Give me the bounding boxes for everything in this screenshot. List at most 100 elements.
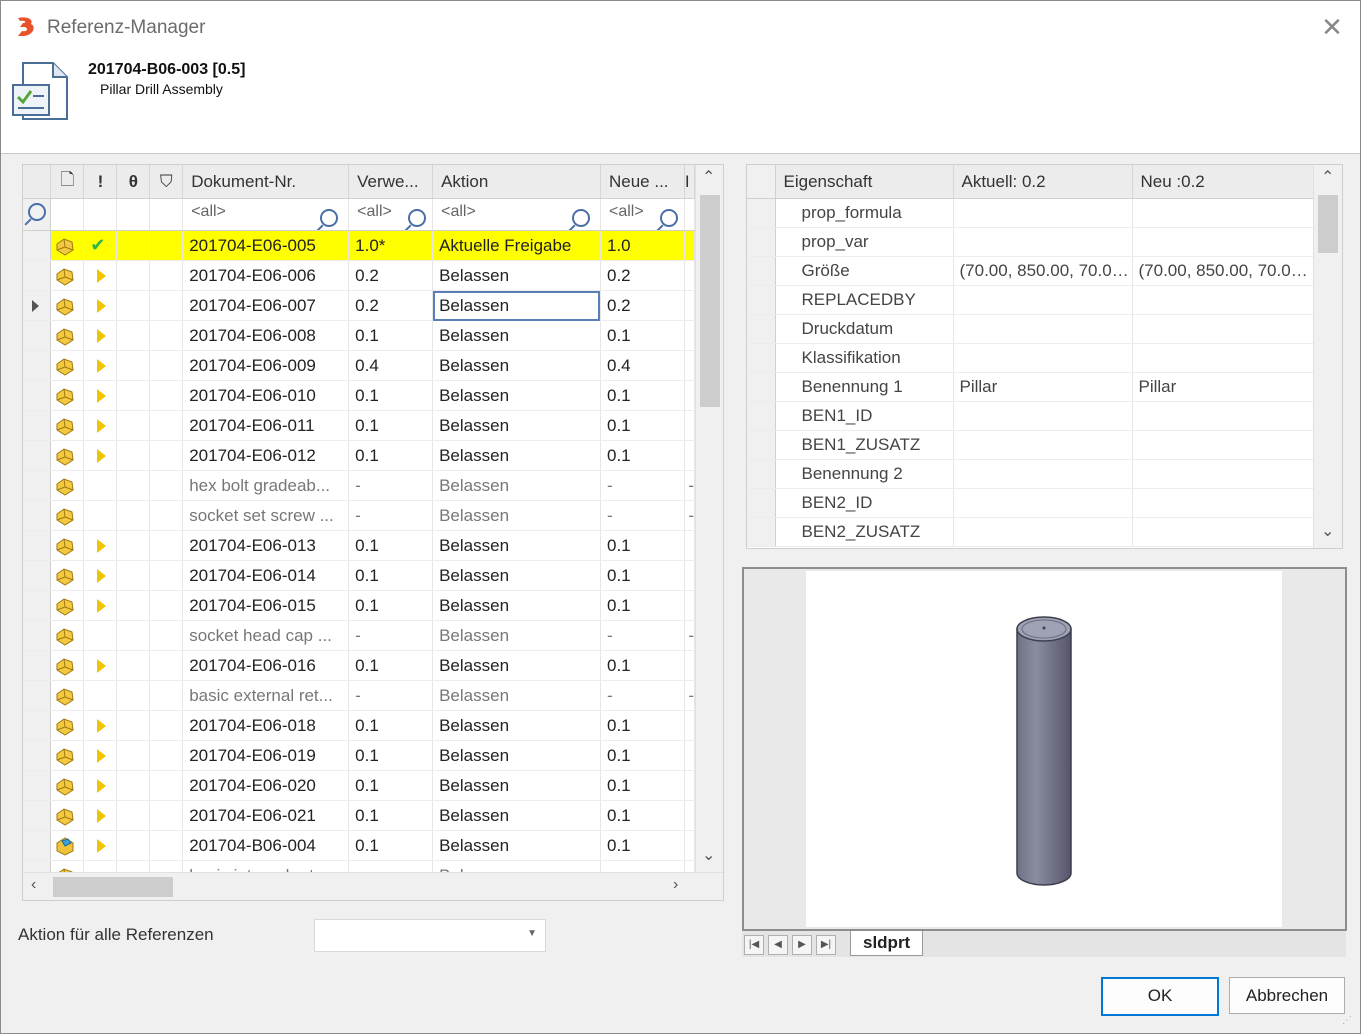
table-row[interactable]: 201704-E06-008 0.1 Belassen 0.1: [23, 320, 695, 351]
row-selector[interactable]: [23, 830, 52, 861]
doc-nr-cell[interactable]: 201704-E06-015: [182, 590, 350, 621]
version-cell[interactable]: -: [348, 680, 434, 711]
doc-nr-cell[interactable]: 201704-E06-013: [182, 530, 350, 561]
action-cell[interactable]: Belassen: [432, 350, 601, 381]
column-current[interactable]: Aktuell: 0.2: [953, 165, 1133, 199]
search-icon[interactable]: [659, 208, 678, 227]
action-cell[interactable]: Belassen: [432, 710, 601, 741]
version-cell[interactable]: 0.2: [348, 290, 434, 321]
table-row[interactable]: 201704-E06-015 0.1 Belassen 0.1: [23, 590, 695, 621]
new-version-cell[interactable]: -: [600, 620, 685, 651]
doc-nr-cell[interactable]: 201704-E06-005: [182, 230, 350, 261]
new-version-cell[interactable]: 0.4: [600, 350, 685, 381]
first-icon[interactable]: |◀: [744, 935, 764, 955]
row-selector[interactable]: [747, 401, 776, 431]
new-version-cell[interactable]: 0.1: [600, 830, 685, 861]
version-cell[interactable]: 0.1: [348, 560, 434, 591]
new-version-cell[interactable]: 0.1: [600, 410, 685, 441]
scroll-up-icon[interactable]: ⌃: [1321, 167, 1334, 187]
column-doc-nr[interactable]: Dokument-Nr.: [182, 165, 350, 199]
model-preview[interactable]: [742, 567, 1347, 931]
table-row[interactable]: 201704-E06-021 0.1 Belassen 0.1: [23, 800, 695, 831]
row-selector[interactable]: [23, 260, 52, 291]
property-row[interactable]: Benennung 2: [747, 459, 1315, 489]
chevron-down-icon[interactable]: ▼: [527, 928, 537, 939]
row-selector[interactable]: [23, 680, 52, 711]
version-cell[interactable]: 0.1: [348, 590, 434, 621]
row-selector[interactable]: [23, 470, 52, 501]
doc-nr-cell[interactable]: basic internal reta...: [182, 860, 350, 872]
row-selector[interactable]: [747, 459, 776, 489]
property-row[interactable]: BEN2_ID: [747, 488, 1315, 518]
version-cell[interactable]: 0.1: [348, 830, 434, 861]
table-row[interactable]: basic internal reta...-Belassen--: [23, 860, 695, 872]
version-cell[interactable]: 0.1: [348, 740, 434, 771]
doc-nr-cell[interactable]: 201704-E06-018: [182, 710, 350, 741]
close-button[interactable]: ✕: [1318, 13, 1346, 41]
filter-search-cell[interactable]: [23, 198, 52, 231]
action-cell[interactable]: Belassen: [432, 650, 601, 681]
row-selector[interactable]: [747, 227, 776, 257]
column-doc-icon[interactable]: 🗋: [50, 165, 85, 199]
action-cell[interactable]: Belassen: [432, 860, 601, 872]
version-cell[interactable]: 0.4: [348, 350, 434, 381]
table-row[interactable]: hex bolt gradeab... - Belassen - -: [23, 470, 695, 501]
scroll-right-icon[interactable]: ›: [673, 876, 678, 894]
column-extra[interactable]: I: [684, 165, 695, 199]
column-version[interactable]: Verwe...: [348, 165, 434, 199]
table-row[interactable]: 201704-E06-007 0.2 Belassen 0.2: [23, 290, 695, 321]
property-row[interactable]: Größe (70.00, 850.00, 70.00... (70.00, 850…: [747, 256, 1315, 286]
prev-icon[interactable]: ◀: [768, 935, 788, 955]
row-selector[interactable]: [747, 198, 776, 228]
doc-nr-cell[interactable]: 201704-E06-007: [182, 290, 350, 321]
row-selector[interactable]: [23, 710, 52, 741]
doc-nr-cell[interactable]: basic external ret...: [182, 680, 350, 711]
action-cell[interactable]: Belassen: [432, 530, 601, 561]
filter-action[interactable]: <all>: [432, 198, 601, 231]
version-cell[interactable]: -: [348, 860, 434, 872]
doc-nr-cell[interactable]: 201704-E06-010: [182, 380, 350, 411]
table-row[interactable]: socket head cap ... - Belassen - -: [23, 620, 695, 651]
action-cell[interactable]: Belassen: [432, 320, 601, 351]
row-selector[interactable]: [23, 530, 52, 561]
property-row[interactable]: Druckdatum: [747, 314, 1315, 344]
doc-nr-cell[interactable]: 201704-E06-016: [182, 650, 350, 681]
row-selector[interactable]: [23, 650, 52, 681]
row-selector[interactable]: [23, 320, 52, 351]
new-version-cell[interactable]: -: [600, 470, 685, 501]
search-icon[interactable]: [408, 208, 427, 227]
row-selector[interactable]: [23, 620, 52, 651]
table-row[interactable]: basic external ret... - Belassen - -: [23, 680, 695, 711]
new-version-cell[interactable]: 0.1: [600, 800, 685, 831]
version-cell[interactable]: 0.1: [348, 320, 434, 351]
table-row[interactable]: 201704-E06-009 0.4 Belassen 0.4: [23, 350, 695, 381]
column-property[interactable]: Eigenschaft: [775, 165, 954, 199]
property-row[interactable]: prop_formula: [747, 198, 1315, 228]
search-icon[interactable]: [571, 208, 590, 227]
version-cell[interactable]: 1.0*: [348, 230, 434, 261]
resize-grip-icon[interactable]: ⋰: [1342, 1015, 1356, 1029]
new-version-cell[interactable]: 1.0: [600, 230, 685, 261]
new-version-cell[interactable]: 0.1: [600, 440, 685, 471]
version-cell[interactable]: 0.1: [348, 380, 434, 411]
table-row[interactable]: 201704-B06-004 0.1 Belassen 0.1: [23, 830, 695, 861]
row-selector[interactable]: [23, 590, 52, 621]
action-cell[interactable]: Belassen: [432, 380, 601, 411]
table-row[interactable]: 201704-E06-014 0.1 Belassen 0.1: [23, 560, 695, 591]
property-row[interactable]: BEN2_ZUSATZ: [747, 517, 1315, 547]
action-cell[interactable]: Aktuelle Freigabe: [432, 230, 601, 261]
ok-button[interactable]: OK: [1101, 977, 1219, 1016]
action-cell[interactable]: Belassen: [432, 560, 601, 591]
doc-nr-cell[interactable]: 201704-E06-020: [182, 770, 350, 801]
row-selector[interactable]: [23, 440, 52, 471]
doc-nr-cell[interactable]: 201704-E06-021: [182, 800, 350, 831]
version-cell[interactable]: 0.1: [348, 770, 434, 801]
action-cell[interactable]: Belassen: [432, 680, 601, 711]
action-cell[interactable]: Belassen: [432, 770, 601, 801]
table-row[interactable]: 201704-E06-013 0.1 Belassen 0.1: [23, 530, 695, 561]
table-row[interactable]: ✔ 201704-E06-005 1.0* Aktuelle Freigabe 1.0: [23, 230, 695, 261]
version-cell[interactable]: -: [348, 620, 434, 651]
property-row[interactable]: BEN1_ID: [747, 401, 1315, 431]
action-cell[interactable]: Belassen: [432, 830, 601, 861]
action-cell[interactable]: Belassen: [432, 800, 601, 831]
